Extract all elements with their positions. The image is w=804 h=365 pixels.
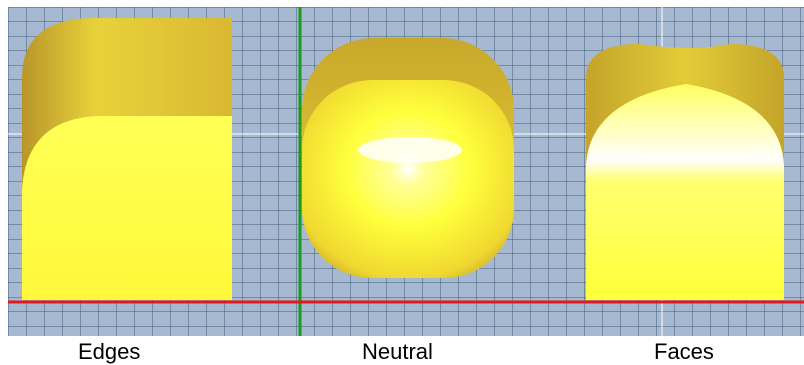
label-edges: Edges	[78, 339, 141, 364]
label-faces: Faces	[654, 339, 714, 364]
shape-neutral[interactable]	[302, 38, 514, 278]
viewport-3d[interactable]	[0, 0, 804, 336]
label-neutral: Neutral	[362, 339, 433, 364]
shape-faces[interactable]	[586, 44, 784, 300]
scene-canvas[interactable]	[0, 0, 804, 336]
shape-edges[interactable]	[22, 18, 232, 300]
